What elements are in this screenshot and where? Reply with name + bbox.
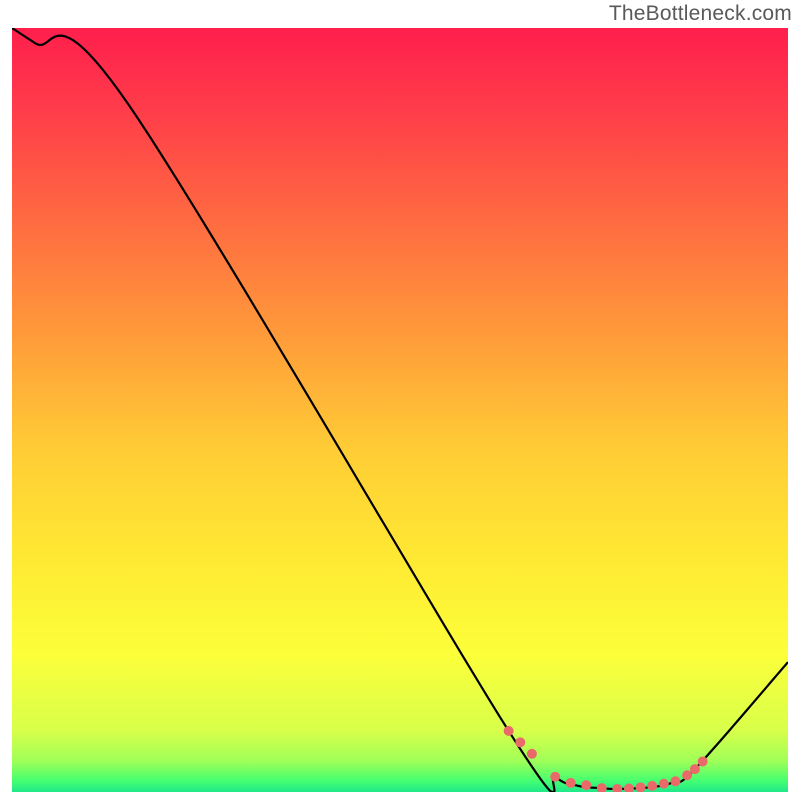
curve-marker [515,737,525,747]
curve-marker [612,784,622,794]
curve-marker [659,779,669,789]
curve-marker [597,783,607,793]
curve-marker [698,756,708,766]
curve-marker [504,726,514,736]
gradient-background [12,28,788,792]
curve-marker [566,778,576,788]
curve-marker [581,780,591,790]
curve-marker [527,749,537,759]
curve-marker [636,782,646,792]
curve-marker [670,776,680,786]
curve-marker [647,781,657,791]
curve-marker [624,784,634,794]
bottleneck-chart: TheBottleneck.com [0,0,800,800]
curve-marker [550,772,560,782]
chart-svg [0,0,800,800]
curve-marker [690,764,700,774]
